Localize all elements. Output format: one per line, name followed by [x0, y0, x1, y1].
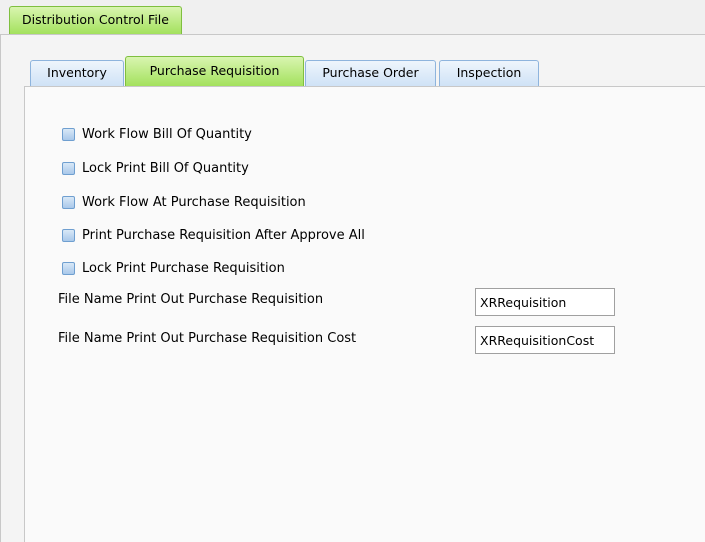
tab-distribution-control-file[interactable]: Distribution Control File [9, 6, 182, 34]
tab-label: Inspection [456, 65, 522, 80]
tab-inspection[interactable]: Inspection [439, 60, 539, 86]
requisition-filename-input[interactable] [475, 288, 615, 316]
checkbox-icon[interactable] [62, 261, 75, 275]
tab-inventory[interactable]: Inventory [30, 60, 124, 86]
checkbox-icon[interactable] [62, 195, 75, 209]
checkbox-print-requisition-after-approve-all[interactable]: Print Purchase Requisition After Approve… [62, 225, 365, 245]
requisition-cost-filename-label: File Name Print Out Purchase Requisition… [58, 331, 357, 346]
tab-label: Distribution Control File [22, 12, 169, 27]
tab-label: Purchase Order [322, 65, 419, 80]
checkbox-icon[interactable] [62, 161, 75, 175]
requisition-cost-filename-input[interactable] [475, 326, 615, 354]
checkbox-label: Work Flow Bill Of Quantity [82, 126, 252, 142]
checkbox-label: Lock Print Bill Of Quantity [82, 160, 249, 176]
requisition-filename-label: File Name Print Out Purchase Requisition [58, 292, 324, 307]
tab-purchase-requisition[interactable]: Purchase Requisition [125, 56, 304, 86]
checkbox-icon[interactable] [62, 228, 75, 242]
checkbox-label: Work Flow At Purchase Requisition [82, 194, 306, 210]
checkbox-lock-print-bill-of-quantity[interactable]: Lock Print Bill Of Quantity [62, 158, 249, 178]
tab-label: Inventory [47, 65, 107, 80]
tab-label: Purchase Requisition [149, 63, 280, 78]
checkbox-work-flow-at-purchase-requisition[interactable]: Work Flow At Purchase Requisition [62, 192, 306, 212]
tab-purchase-order[interactable]: Purchase Order [305, 60, 436, 86]
checkbox-icon[interactable] [62, 127, 75, 141]
checkbox-label: Lock Print Purchase Requisition [82, 260, 285, 276]
checkbox-label: Print Purchase Requisition After Approve… [82, 227, 365, 243]
checkbox-lock-print-purchase-requisition[interactable]: Lock Print Purchase Requisition [62, 258, 285, 278]
checkbox-work-flow-bill-of-quantity[interactable]: Work Flow Bill Of Quantity [62, 124, 252, 144]
